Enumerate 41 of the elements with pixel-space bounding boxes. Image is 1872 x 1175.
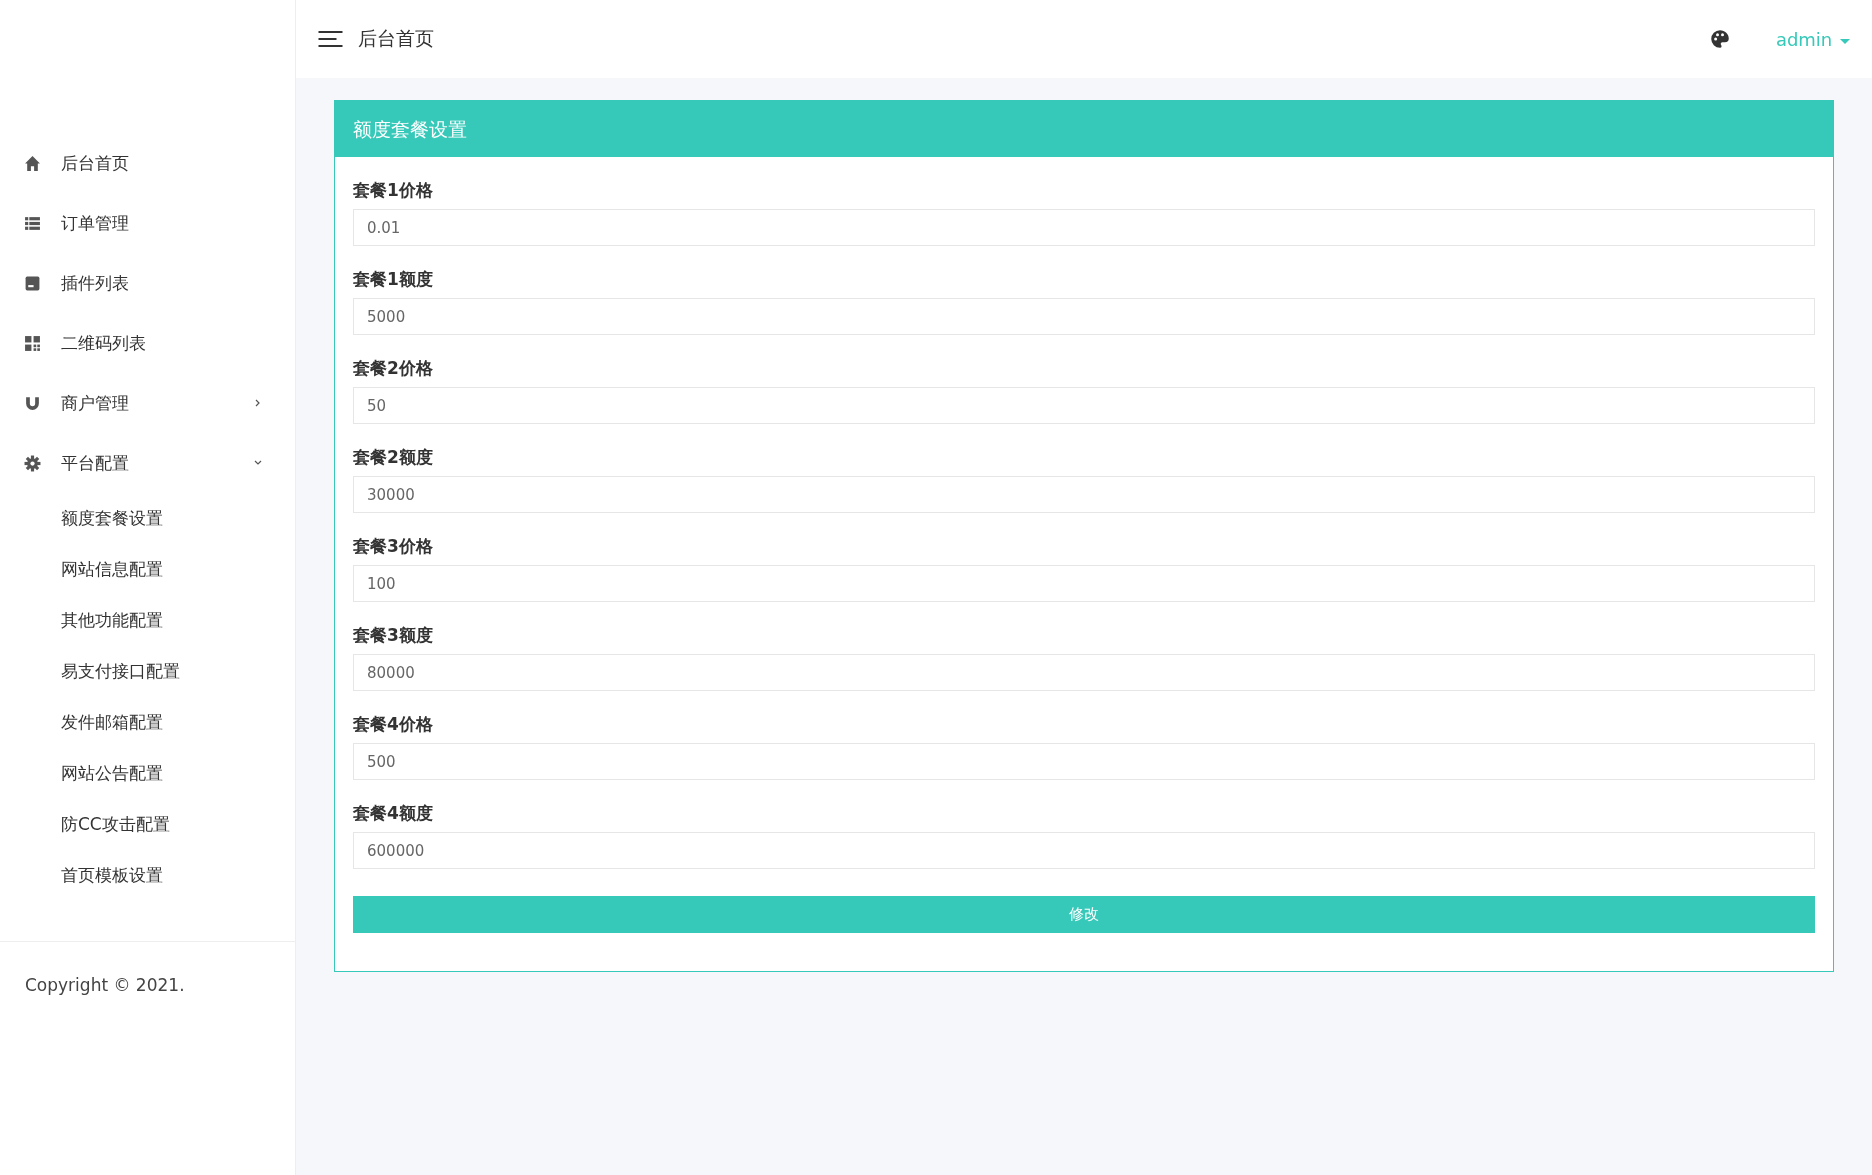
input-field[interactable]: 50 (353, 387, 1815, 424)
input-field[interactable]: 80000 (353, 654, 1815, 691)
input-field[interactable]: 100 (353, 565, 1815, 602)
field-label: 套餐2价格 (353, 357, 434, 380)
sidebar-item[interactable]: 插件列表 (0, 253, 295, 313)
field-label: 套餐3额度 (353, 624, 434, 647)
input-field[interactable]: 0.01 (353, 209, 1815, 246)
card-title: 额度套餐设置 (335, 101, 1833, 157)
field-label: 套餐1价格 (353, 179, 434, 202)
input-field[interactable]: 5000 (353, 298, 1815, 335)
qr-icon (24, 334, 41, 352)
sidebar-subitem[interactable]: 易支付接口配置 (0, 646, 295, 697)
box-icon (24, 274, 41, 292)
page-title: 后台首页 (358, 26, 434, 51)
list-icon (24, 214, 41, 232)
sidebar-item[interactable]: 后台首页 (0, 133, 295, 193)
home-icon (24, 154, 41, 172)
sidebar-subitem[interactable]: 防CC攻击配置 (0, 799, 295, 850)
sidebar-subitem[interactable]: 网站信息配置 (0, 544, 295, 595)
sidebar-item[interactable]: 订单管理 (0, 193, 295, 253)
menu-icon[interactable] (318, 30, 343, 48)
input-field[interactable]: 500 (353, 743, 1815, 780)
magnet-icon (24, 394, 41, 412)
field-label: 套餐2额度 (353, 446, 434, 469)
copyright-text: Copyright © 2021. (24, 974, 186, 997)
palette-icon[interactable] (1709, 29, 1730, 49)
sidebar-subitem[interactable]: 其他功能配置 (0, 595, 295, 646)
sidebar-subitem[interactable]: 网站公告配置 (0, 748, 295, 799)
field-label: 套餐4价格 (353, 713, 434, 736)
sidebar-item[interactable]: 商户管理 (0, 373, 295, 433)
field-label: 套餐3价格 (353, 535, 434, 558)
sidebar-item[interactable]: 二维码列表 (0, 313, 295, 373)
sidebar-subitem[interactable]: 首页模板设置 (0, 850, 295, 901)
input-field[interactable]: 600000 (353, 832, 1815, 869)
field-label: 套餐4额度 (353, 802, 434, 825)
sidebar-item[interactable]: 平台配置 (0, 433, 295, 493)
sidebar-subitem[interactable]: 额度套餐设置 (0, 493, 295, 544)
field-label: 套餐1额度 (353, 268, 434, 291)
gear-icon (24, 454, 41, 472)
sidebar-subitem[interactable]: 发件邮箱配置 (0, 697, 295, 748)
input-field[interactable]: 30000 (353, 476, 1815, 513)
